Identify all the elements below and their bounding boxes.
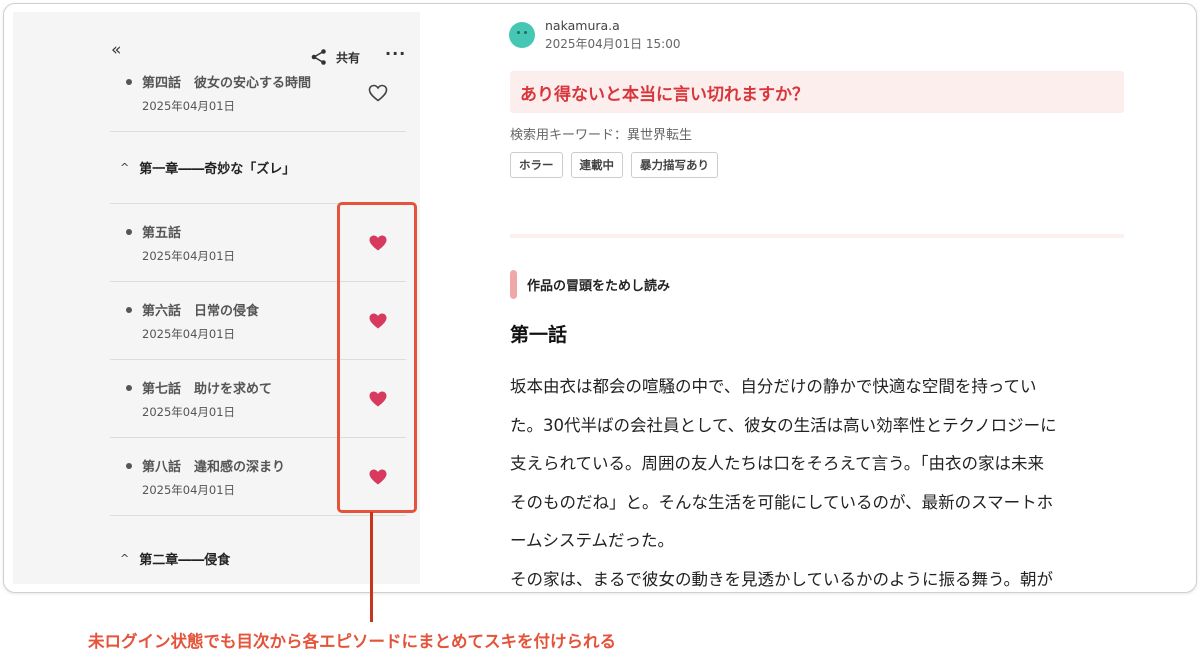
author-info: nakamura.a 2025年04月01日 15:00 (509, 18, 680, 52)
episode-heading: 第一話 (510, 324, 568, 346)
episode-title: 第六話 日常の侵食 (142, 304, 260, 319)
episode-date: 2025年04月01日 (142, 327, 236, 341)
like-heart-outline-icon[interactable] (368, 84, 388, 102)
annotation-caption: 未ログイン状態でも目次から各エピソードにまとめてスキを付けられる (88, 632, 616, 651)
body-line: その家は、まるで彼女の動きを見透かしているかのように振る舞う。朝が (510, 569, 1054, 589)
avatar[interactable] (509, 22, 535, 48)
section-divider (510, 234, 1124, 238)
episode-date: 2025年04月01日 (142, 483, 236, 497)
episode-body: 坂本由衣は都会の喧騒の中で、自分だけの静かで快適な空間を持ってい た。30代半ば… (510, 368, 1124, 592)
episode-date: 2025年04月01日 (142, 405, 236, 419)
episode-title: 第七話 助けを求めて (142, 382, 273, 397)
bullet-icon (126, 385, 132, 391)
episode-date: 2025年04月01日 (142, 249, 236, 263)
author-name[interactable]: nakamura.a (545, 18, 680, 33)
chapter-title: 第二章――侵食 (139, 552, 231, 568)
body-line: 支えられている。周囲の友人たちは口をそろえて言う。「由衣の家は未来 (510, 454, 1044, 473)
trial-read-label: 作品の冒頭をためし読み (527, 279, 671, 294)
bullet-icon (126, 307, 132, 313)
tag-badge[interactable]: 連載中 (570, 152, 623, 178)
tag-list: ホラー 連載中 暴力描写あり (510, 152, 718, 178)
chapter-header[interactable]: ^ 第一章――奇妙な「ズレ」 (110, 132, 406, 204)
episode-date: 2025年04月01日 (142, 99, 236, 113)
chevron-up-icon: ^ (120, 161, 130, 174)
chapter-title: 第一章――奇妙な「ズレ」 (139, 162, 296, 177)
body-line: た。30代半ばの会社員として、彼女の生活は高い効率性とテクノロジーに (510, 415, 1057, 435)
body-line: そのものだね」と。そんな生活を可能にしているのが、最新のスマートホ (510, 492, 1054, 512)
tag-badge[interactable]: ホラー (510, 152, 563, 178)
body-line: 坂本由衣は都会の喧騒の中で、自分だけの静かで快適な空間を持ってい (510, 377, 1037, 396)
post-date: 2025年04月01日 15:00 (545, 37, 681, 51)
tag-badge[interactable]: 暴力描写あり (631, 152, 718, 178)
bullet-icon (126, 229, 132, 235)
chapter-header[interactable]: ^ 第二章――侵食 (110, 516, 406, 584)
catchphrase-banner: あり得ないと本当に言い切れますか？ (510, 71, 1124, 113)
search-keywords: 検索用キーワード：異世界転生 (510, 128, 693, 143)
chevron-up-icon: ^ (120, 551, 130, 565)
callout-line (370, 512, 373, 622)
bullet-icon (126, 463, 132, 469)
body-line: ームシステムだった。 (510, 531, 675, 550)
accent-bar (510, 270, 517, 299)
episode-item[interactable]: 第四話 彼女の安心する時間 2025年04月01日 (110, 50, 406, 132)
episode-title: 第八話 違和感の深まり (142, 460, 286, 475)
toc-sidebar: « 共有 ··· 第四話 彼女の安心する時間 2025年04月01日 ^ 第一章… (13, 12, 420, 584)
episode-title: 第四話 彼女の安心する時間 (142, 76, 312, 91)
trial-read-section-header: 作品の冒頭をためし読み (510, 270, 670, 299)
bullet-icon (126, 79, 132, 85)
highlight-annotation-box (337, 202, 417, 513)
episode-title: 第五話 (142, 226, 182, 241)
app-window: « 共有 ··· 第四話 彼女の安心する時間 2025年04月01日 ^ 第一章… (3, 3, 1197, 593)
